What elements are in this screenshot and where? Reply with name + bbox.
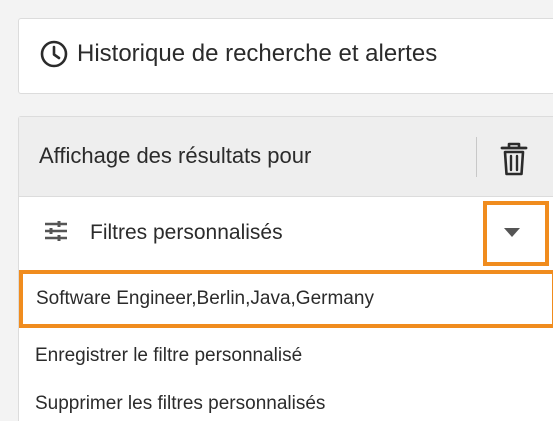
trash-icon[interactable] (497, 139, 531, 179)
saved-filter-item[interactable]: Software Engineer,Berlin,Java,Germany (19, 270, 553, 328)
search-history-alerts-button[interactable]: Historique de recherche et alertes (18, 18, 553, 94)
results-panel: Affichage des résultats pour Filtres per… (18, 116, 553, 421)
search-history-label: Historique de recherche et alertes (77, 40, 438, 67)
results-header: Affichage des résultats pour (19, 117, 553, 197)
header-divider (476, 137, 477, 177)
caret-down-icon (504, 228, 520, 237)
page: Historique de recherche et alertes Affic… (0, 0, 553, 421)
save-custom-filter-item[interactable]: Enregistrer le filtre personnalisé (35, 345, 302, 367)
custom-filters-row[interactable]: Filtres personnalisés (19, 197, 553, 270)
delete-custom-filters-item[interactable]: Supprimer les filtres personnalisés (35, 393, 325, 415)
results-title: Affichage des résultats pour (39, 143, 312, 168)
clock-icon (40, 40, 68, 68)
sliders-icon (45, 221, 67, 241)
saved-filter-label: Software Engineer,Berlin,Java,Germany (36, 288, 374, 309)
filters-dropdown-toggle[interactable] (483, 201, 549, 266)
custom-filters-label: Filtres personnalisés (90, 221, 283, 244)
